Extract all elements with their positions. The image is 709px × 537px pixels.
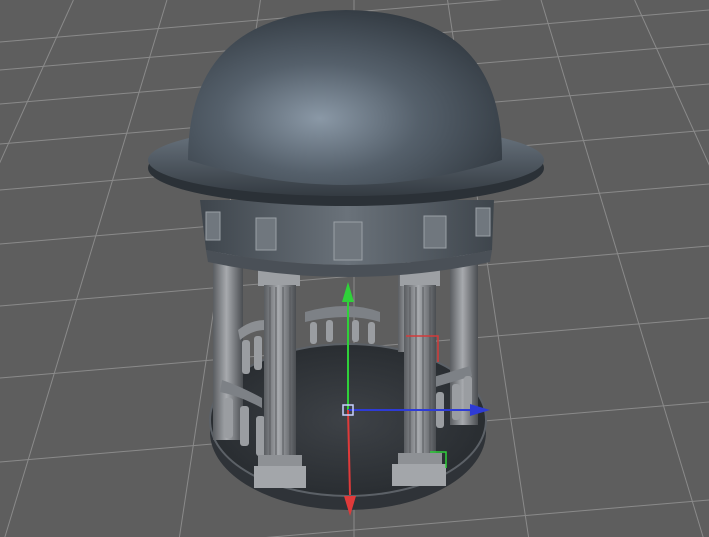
grid-line-depth: [540, 0, 704, 537]
3d-viewport[interactable]: [0, 0, 709, 537]
roof-dome: [188, 10, 503, 185]
back-balustrade: [305, 306, 380, 344]
drum-entablature: [200, 200, 494, 277]
grid-line-depth: [4, 0, 168, 537]
grid-line-depth: [634, 0, 709, 166]
gazebo-model[interactable]: [148, 10, 544, 510]
y-axis-arrow-icon[interactable]: [342, 282, 354, 302]
viewport-canvas[interactable]: [0, 0, 709, 537]
